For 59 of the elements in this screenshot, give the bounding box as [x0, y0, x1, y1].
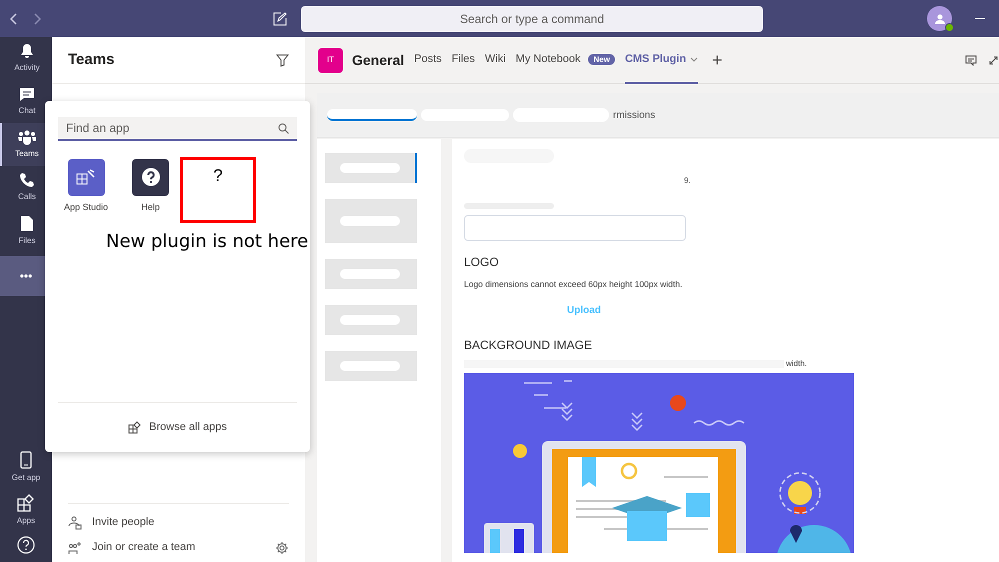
redaction-block [340, 216, 400, 226]
rail-item[interactable]: Activity [0, 37, 52, 80]
file-icon [20, 214, 34, 232]
text-fragment: 9. [684, 175, 692, 187]
add-tab-button[interactable]: + [712, 46, 723, 74]
tab-label-fragment[interactable]: rmissions [613, 108, 656, 122]
help-icon[interactable] [17, 536, 35, 554]
channel-tab[interactable]: Posts [414, 36, 442, 84]
redaction-block [340, 163, 400, 173]
channel-tab[interactable]: My Notebook New [516, 36, 615, 84]
filter-icon[interactable] [276, 54, 289, 66]
panel-link[interactable]: Join or create a team [92, 539, 265, 556]
channel-tab[interactable]: Files [452, 36, 475, 84]
rail-item[interactable]: Chat [0, 80, 52, 123]
browse-apps-button[interactable]: Browse all apps [128, 419, 227, 436]
annotation-caption: New plugin is not here [106, 230, 308, 254]
compose-icon[interactable] [273, 12, 287, 26]
rail-item[interactable]: Apps [0, 489, 52, 532]
rail-item[interactable]: Get app [0, 446, 52, 489]
hint-text: Logo dimensions cannot exceed 60px height 100px width. [464, 278, 684, 291]
forward-icon[interactable] [33, 12, 41, 24]
avatar[interactable] [927, 6, 952, 31]
panel-title: Teams [68, 50, 114, 70]
search-icon [278, 123, 289, 134]
new-badge: New [588, 54, 615, 64]
search-field[interactable]: Find an app [58, 117, 297, 141]
team-avatar: IT [318, 48, 343, 72]
rail-item[interactable]: Files [0, 209, 52, 252]
apps-icon [128, 421, 142, 434]
mobile-icon [20, 451, 32, 469]
app-tile[interactable]: Help [132, 159, 170, 214]
person-icon [934, 12, 946, 24]
redaction-block [340, 361, 400, 371]
search-field[interactable]: Search or type a command [301, 6, 763, 32]
text-fragment: width. [786, 358, 807, 370]
menu-item[interactable] [325, 153, 417, 183]
person-add-icon [68, 516, 82, 530]
phone-icon [19, 172, 35, 188]
redaction-block [340, 315, 400, 325]
chat-icon [19, 86, 35, 102]
group-add-icon [68, 540, 82, 554]
expand-icon[interactable] [989, 56, 998, 64]
bell-icon [19, 43, 35, 59]
conversation-icon[interactable] [965, 54, 977, 66]
channel-tab[interactable]: Wiki [484, 36, 506, 84]
settings-icon[interactable] [275, 540, 289, 554]
redaction-block [340, 269, 400, 279]
people-icon [18, 129, 36, 145]
back-icon[interactable] [10, 12, 18, 24]
input-field[interactable] [464, 215, 686, 241]
annotation-box: ? [180, 157, 256, 223]
app-tile[interactable]: App Studio [64, 159, 108, 214]
apps-icon [17, 494, 35, 512]
section-heading: BACKGROUND IMAGE [464, 336, 594, 354]
channel-name: General [352, 50, 404, 70]
channel-tab[interactable]: CMS Plugin [624, 36, 698, 84]
section-heading: LOGO [464, 254, 500, 271]
rail-item[interactable]: Calls [0, 166, 52, 209]
panel-link[interactable]: Invite people [92, 514, 289, 531]
